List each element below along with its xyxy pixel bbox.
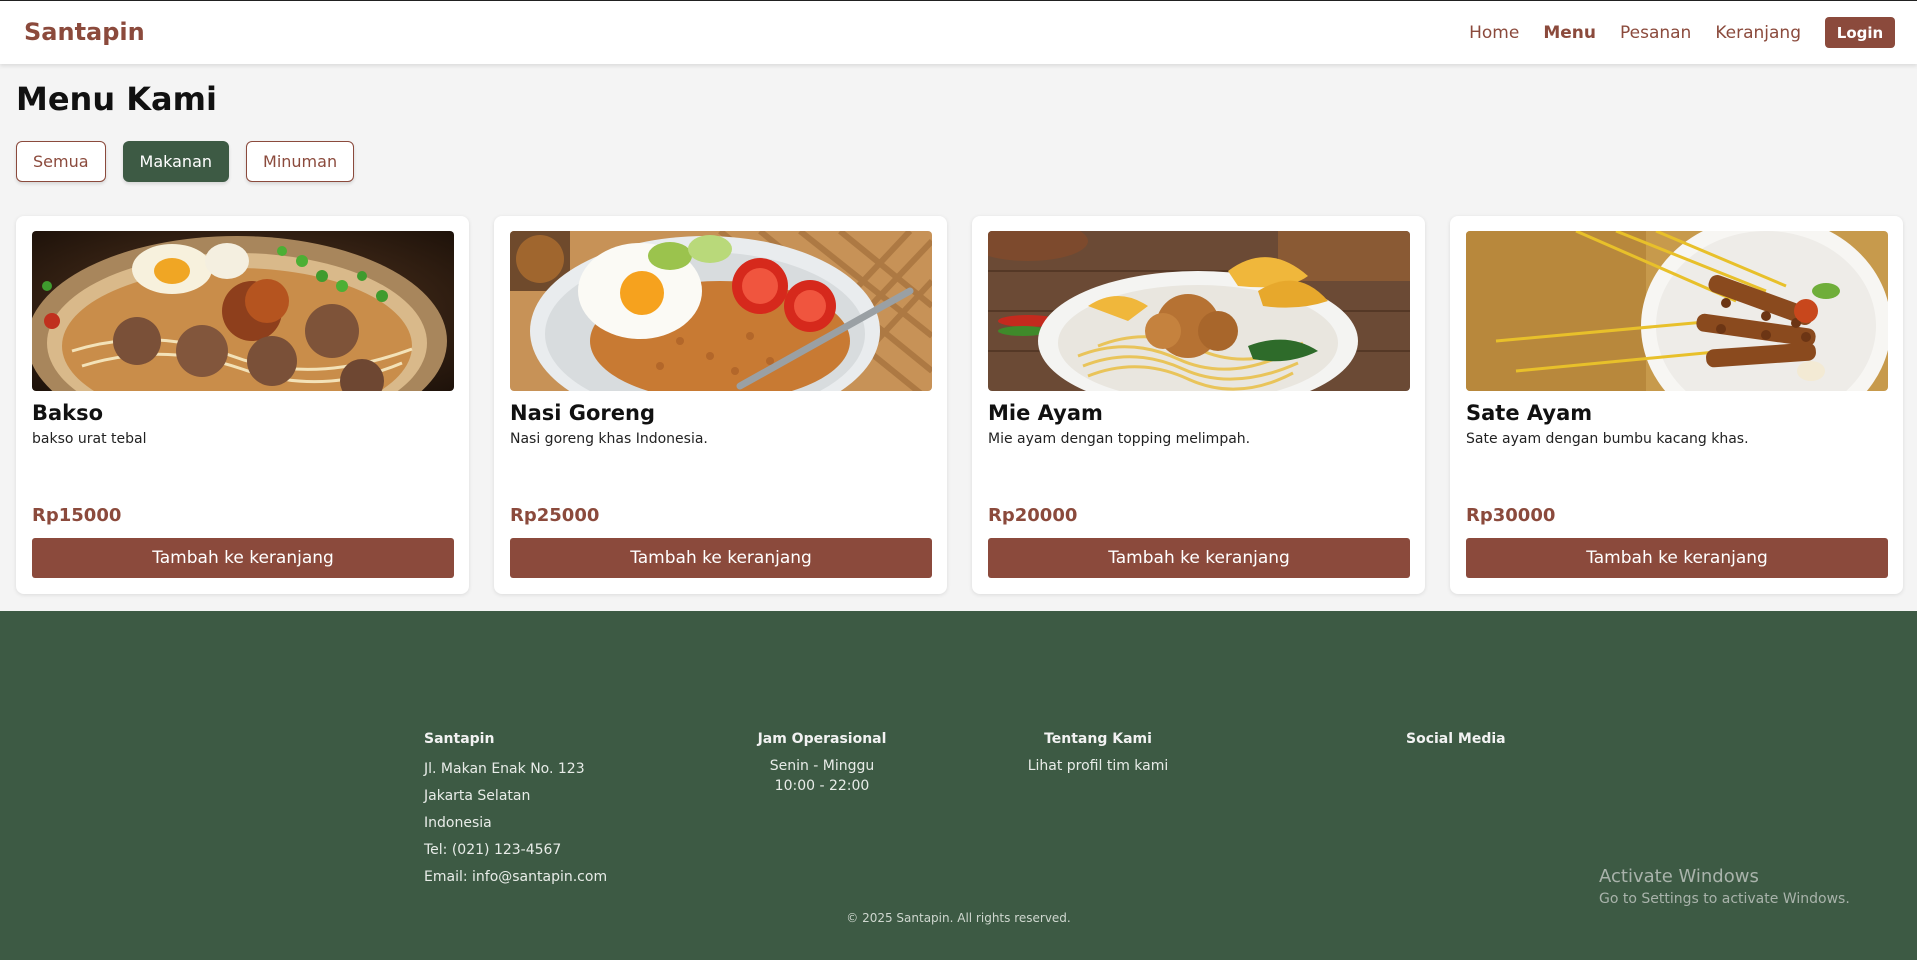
footer-hours-title: Jam Operasional	[757, 731, 887, 747]
footer-contact-title: Santapin	[424, 731, 495, 747]
nav-home[interactable]: Home	[1469, 23, 1519, 43]
menu-item-name: Sate Ayam	[1466, 401, 1593, 425]
menu-item-name: Nasi Goreng	[510, 401, 656, 425]
nav-pesanan[interactable]: Pesanan	[1620, 23, 1691, 43]
login-button[interactable]: Login	[1825, 17, 1895, 48]
menu-item-price: Rp30000	[1466, 505, 1556, 526]
footer-about: Tentang Kami Lihat profil tim kami	[1000, 731, 1196, 776]
menu-item-description: Sate ayam dengan bumbu kacang khas.	[1466, 431, 1749, 447]
menu-grid: Bakso bakso urat tebal Rp15000 Tambah ke…	[16, 216, 1917, 594]
footer-about-title: Tentang Kami	[1044, 731, 1152, 747]
menu-item-price: Rp25000	[510, 505, 600, 526]
menu-item-description: Nasi goreng khas Indonesia.	[510, 431, 708, 447]
food-image-bakso	[32, 231, 454, 391]
footer-contact: Santapin Jl. Makan Enak No. 123 Jakarta …	[424, 731, 607, 891]
add-to-cart-button[interactable]: Tambah ke keranjang	[1466, 538, 1888, 578]
copyright-text: © 2025 Santapin. All rights reserved.	[846, 911, 1071, 925]
food-image-mie-ayam	[988, 231, 1410, 391]
footer-address-line: Indonesia	[424, 815, 492, 831]
menu-item-name: Mie Ayam	[988, 401, 1103, 425]
nav-keranjang[interactable]: Keranjang	[1715, 23, 1801, 43]
menu-item-price: Rp20000	[988, 505, 1078, 526]
nav-menu[interactable]: Menu	[1543, 23, 1596, 43]
menu-item-name: Bakso	[32, 401, 104, 425]
menu-item-description: Mie ayam dengan topping melimpah.	[988, 431, 1251, 447]
footer-phone: Tel: (021) 123-4567	[424, 842, 562, 858]
footer-social: Social Media	[1406, 731, 1506, 756]
footer-hours-time: 10:00 - 22:00	[774, 778, 870, 794]
filter-minuman[interactable]: Minuman	[246, 141, 355, 182]
activation-subtitle: Go to Settings to activate Windows.	[1599, 891, 1850, 907]
filter-semua[interactable]: Semua	[16, 141, 106, 182]
category-filters: Semua Makanan Minuman	[16, 141, 371, 182]
team-profile-link[interactable]: Lihat profil tim kami	[1028, 758, 1169, 774]
main-nav: Home Menu Pesanan Keranjang Login	[1469, 17, 1895, 48]
windows-activation-watermark: Activate Windows Go to Settings to activ…	[1599, 866, 1850, 907]
add-to-cart-button[interactable]: Tambah ke keranjang	[510, 538, 932, 578]
food-image-nasi-goreng	[510, 231, 932, 391]
footer-email: Email: info@santapin.com	[424, 869, 608, 885]
add-to-cart-button[interactable]: Tambah ke keranjang	[988, 538, 1410, 578]
menu-card-bakso: Bakso bakso urat tebal Rp15000 Tambah ke…	[16, 216, 469, 594]
filter-makanan[interactable]: Makanan	[122, 141, 230, 182]
footer-hours-days: Senin - Minggu	[769, 758, 875, 774]
footer-social-title: Social Media	[1406, 731, 1506, 747]
menu-card-nasi-goreng: Nasi Goreng Nasi goreng khas Indonesia. …	[494, 216, 947, 594]
footer-address-line: Jl. Makan Enak No. 123	[424, 761, 585, 777]
footer-address-line: Jakarta Selatan	[424, 788, 531, 804]
menu-item-description: bakso urat tebal	[32, 431, 147, 447]
site-header: Santapin Home Menu Pesanan Keranjang Log…	[0, 1, 1917, 64]
menu-card-mie-ayam: Mie Ayam Mie ayam dengan topping melimpa…	[972, 216, 1425, 594]
footer-hours: Jam Operasional Senin - Minggu 10:00 - 2…	[730, 731, 914, 796]
menu-item-price: Rp15000	[32, 505, 122, 526]
menu-card-sate-ayam: Sate Ayam Sate ayam dengan bumbu kacang …	[1450, 216, 1903, 594]
site-footer: Santapin Jl. Makan Enak No. 123 Jakarta …	[0, 611, 1917, 960]
food-image-sate-ayam	[1466, 231, 1888, 391]
brand-logo[interactable]: Santapin	[24, 18, 145, 46]
activation-title: Activate Windows	[1599, 866, 1759, 887]
add-to-cart-button[interactable]: Tambah ke keranjang	[32, 538, 454, 578]
page-title: Menu Kami	[16, 80, 217, 118]
